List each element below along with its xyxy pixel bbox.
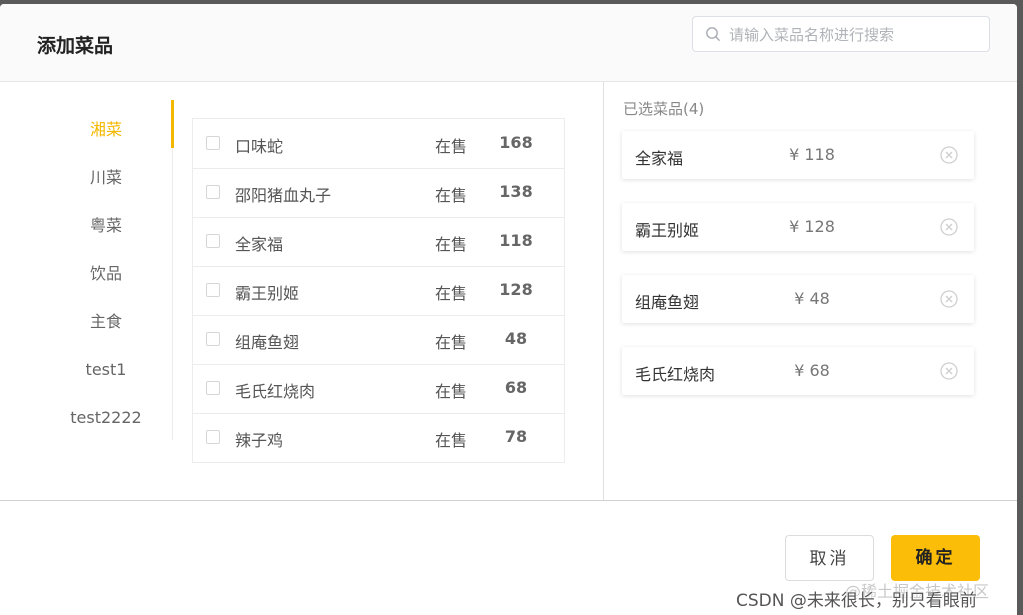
dish-checkbox[interactable] [206, 283, 220, 297]
dish-price: 78 [504, 427, 528, 446]
add-dish-dialog: 添加菜品 湘菜 川菜 粤菜 饮品 主食 test1 test2222 口味蛇 在… [0, 4, 1017, 615]
selected-dish-name: 全家福 [635, 149, 684, 168]
dish-status: 在售 [435, 284, 468, 303]
selected-dish-card: 组庵鱼翅 ¥ 48 [622, 275, 974, 323]
selected-dish-price: ¥ 48 [794, 289, 830, 308]
selected-dish-price: ¥ 128 [789, 217, 835, 236]
selected-dish-card: 毛氏红烧肉 ¥ 68 [622, 347, 974, 395]
dish-price: 168 [499, 133, 533, 152]
category-item-chuan[interactable]: 川菜 [40, 158, 172, 198]
dish-checkbox[interactable] [206, 381, 220, 395]
dish-name: 全家福 [235, 235, 284, 254]
search-box[interactable] [692, 16, 990, 53]
dish-row[interactable]: 邵阳猪血丸子 在售 138 [193, 168, 564, 218]
category-item-test2222[interactable]: test2222 [40, 398, 172, 438]
dish-status: 在售 [435, 431, 468, 450]
dish-name: 辣子鸡 [235, 431, 284, 450]
selected-dish-name: 霸王别姬 [635, 221, 700, 240]
dish-price: 48 [504, 329, 528, 348]
category-item-test1[interactable]: test1 [40, 350, 172, 390]
dish-status: 在售 [435, 382, 468, 401]
dialog-title: 添加菜品 [37, 35, 114, 57]
dish-row[interactable]: 霸王别姬 在售 128 [193, 266, 564, 316]
selected-dishes-header: 已选菜品(4) [623, 100, 705, 118]
dish-checkbox[interactable] [206, 136, 220, 150]
search-input[interactable] [727, 17, 981, 53]
active-category-indicator [171, 100, 174, 148]
category-list: 湘菜 川菜 粤菜 饮品 主食 test1 test2222 [0, 100, 175, 440]
dish-row[interactable]: 毛氏红烧肉 在售 68 [193, 364, 564, 414]
dish-status: 在售 [435, 186, 468, 205]
csdn-watermark: CSDN @未来很长，别只看眼前 [736, 591, 977, 611]
dish-row[interactable]: 口味蛇 在售 168 [193, 119, 564, 169]
category-item-drinks[interactable]: 饮品 [40, 254, 172, 294]
dialog-header: 添加菜品 [0, 4, 1017, 82]
dish-row[interactable]: 辣子鸡 在售 78 [193, 413, 564, 462]
dish-price: 138 [499, 182, 533, 201]
dish-name: 邵阳猪血丸子 [235, 186, 332, 205]
dish-table: 口味蛇 在售 168 邵阳猪血丸子 在售 138 全家福 在售 118 霸王别姬… [192, 118, 565, 463]
dish-checkbox[interactable] [206, 332, 220, 346]
selected-dish-card: 霸王别姬 ¥ 128 [622, 203, 974, 251]
remove-circle-icon[interactable] [940, 362, 958, 380]
remove-circle-icon[interactable] [940, 146, 958, 164]
selected-dish-name: 毛氏红烧肉 [635, 365, 716, 384]
selected-dish-price: ¥ 68 [794, 361, 830, 380]
dish-row[interactable]: 全家福 在售 118 [193, 217, 564, 267]
remove-circle-icon[interactable] [940, 290, 958, 308]
dish-checkbox[interactable] [206, 430, 220, 444]
dish-name: 毛氏红烧肉 [235, 382, 316, 401]
selected-dish-name: 组庵鱼翅 [635, 293, 700, 312]
dish-name: 组庵鱼翅 [235, 333, 300, 352]
remove-circle-icon[interactable] [940, 218, 958, 236]
confirm-button[interactable]: 确定 [891, 535, 980, 581]
dish-checkbox[interactable] [206, 234, 220, 248]
dish-checkbox[interactable] [206, 185, 220, 199]
panel-divider [603, 82, 604, 500]
dish-row[interactable]: 组庵鱼翅 在售 48 [193, 315, 564, 365]
dish-name: 霸王别姬 [235, 284, 300, 303]
dish-status: 在售 [435, 235, 468, 254]
selected-dish-card: 全家福 ¥ 118 [622, 131, 974, 179]
selected-dish-price: ¥ 118 [789, 145, 835, 164]
dish-status: 在售 [435, 333, 468, 352]
dish-price: 68 [504, 378, 528, 397]
dish-price: 118 [499, 231, 533, 250]
dish-price: 128 [499, 280, 533, 299]
footer-divider [0, 500, 1017, 501]
category-item-yue[interactable]: 粤菜 [40, 206, 172, 246]
category-item-xiang[interactable]: 湘菜 [40, 110, 172, 150]
cancel-button[interactable]: 取消 [785, 535, 874, 581]
dish-status: 在售 [435, 137, 468, 156]
search-icon [706, 27, 720, 41]
category-item-staple[interactable]: 主食 [40, 302, 172, 342]
dish-name: 口味蛇 [235, 137, 284, 156]
category-divider [172, 100, 173, 440]
